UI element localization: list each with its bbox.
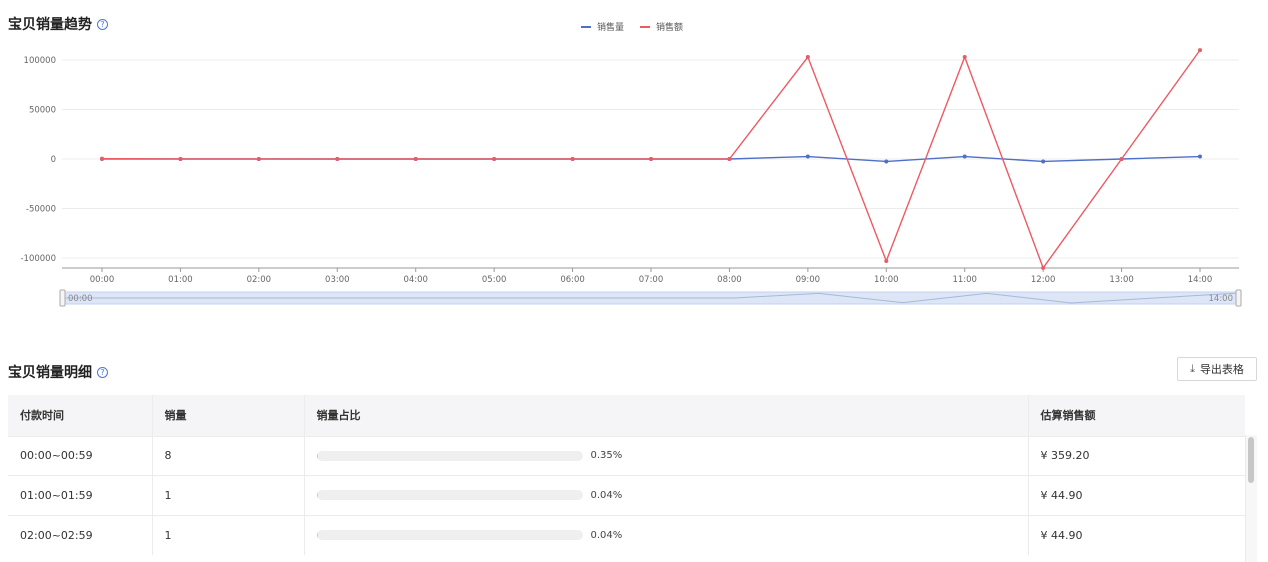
x-tick-label: 01:00 [168,275,193,285]
share-percent: 0.35% [590,450,623,462]
cell-time: 01:00~01:59 [8,475,153,515]
x-tick-label: 12:00 [1031,275,1056,285]
x-tick-label: 02:00 [247,275,272,285]
download-icon: ⤓ [1190,362,1195,375]
share-bar-wrap: 0.04% [316,489,1028,501]
question-circle-icon[interactable]: ? [97,366,108,378]
table-row: 02:00~02:59 1 0.04% ¥ 44.90 [8,514,1245,555]
column-header-time[interactable]: 付款时间 [8,395,153,436]
scrollbar-thumb[interactable] [1248,437,1254,483]
cell-qty: 1 [152,475,305,515]
x-tick-label: 09:00 [796,275,821,285]
data-point [805,154,810,159]
data-point [962,154,967,159]
cell-qty: 8 [152,435,305,476]
data-point [335,157,340,161]
x-tick-label: 11:00 [952,275,977,285]
data-point [1198,154,1202,159]
sales-detail-table: 付款时间 销量 销量占比 估算销售额 00:00~00:59 8 0.35% ¥ 35… [8,395,1257,562]
column-header-share[interactable]: 销量占比 [304,395,1029,436]
share-percent: 0.04% [590,489,623,501]
x-tick-label: 04:00 [403,275,428,285]
cell-time: 02:00~02:59 [8,514,153,555]
zoom-handle-left [59,289,66,307]
zoom-handle-right [1235,289,1242,307]
x-tick-label: 00:00 [90,275,115,285]
share-percent: 0.04% [590,529,623,541]
table-row: 01:00~01:59 1 0.04% ¥ 44.90 [8,475,1245,515]
share-progress-fill [316,450,318,461]
share-progress-fill [316,490,318,501]
cell-amount: ¥ 44.90 [1028,475,1245,515]
y-tick-label: -100000 [20,254,56,264]
data-point [1041,265,1046,270]
zoom-slider[interactable]: 00:00 14:00 [59,289,1242,307]
share-progress-bar [316,450,583,461]
column-header-qty[interactable]: 销量 [152,395,305,436]
data-point [570,157,575,161]
y-tick-label: 50000 [29,106,56,116]
table-scrollbar[interactable] [1245,435,1257,562]
data-point [256,156,261,161]
x-tick-label: 08:00 [717,275,742,285]
export-button-label: 导出表格 [1199,363,1244,376]
y-tick-label: 0 [51,155,56,165]
zoom-end-label: 14:00 [1209,294,1234,304]
y-tick-label: 100000 [24,56,56,66]
data-point [884,258,889,263]
detail-section-title: 宝贝销量明细 ? [8,362,108,382]
data-point [178,156,183,161]
column-header-amount[interactable]: 估算销售额 [1028,395,1245,436]
cell-share: 0.35% [304,435,1029,476]
cell-qty: 1 [152,514,305,555]
sales-trend-chart: 100000 50000 0 -50000 -100000 00:00 01:00 02:00… [20,48,1242,307]
zoom-start-label: 00:00 [68,294,93,304]
cell-time: 00:00~00:59 [8,435,153,476]
data-point [492,157,497,161]
cell-amount: ¥ 44.90 [1028,514,1245,555]
x-tick-label: 13:00 [1109,275,1134,285]
data-point [100,156,104,161]
data-point [962,55,967,60]
data-point [413,157,418,161]
y-tick-label: -50000 [26,205,56,215]
data-point [649,157,653,161]
table-header-row: 付款时间 销量 销量占比 估算销售额 [8,395,1245,436]
cell-share: 0.04% [304,475,1029,515]
x-tick-label: 07:00 [639,275,664,285]
cell-amount: ¥ 359.20 [1028,435,1245,476]
data-point [1041,159,1046,164]
detail-title-text: 宝贝销量明细 [8,365,92,381]
data-point [884,159,889,164]
export-table-button[interactable]: ⤓ 导出表格 [1177,357,1257,381]
data-point [1119,157,1124,161]
x-tick-label: 05:00 [482,275,507,285]
data-point [1198,48,1202,53]
share-progress-fill [316,530,318,540]
share-progress-bar [316,490,583,501]
table-row: 00:00~00:59 8 0.35% ¥ 359.20 [8,435,1245,476]
x-tick-label: 03:00 [325,275,350,285]
share-progress-bar [316,530,583,540]
x-tick-label: 10:00 [874,275,899,285]
data-point [727,157,732,161]
share-bar-wrap: 0.35% [316,450,1028,462]
x-tick-label: 14:00 [1188,275,1213,285]
x-tick-label: 06:00 [560,275,585,285]
data-point [805,55,810,60]
cell-share: 0.04% [304,514,1029,555]
share-bar-wrap: 0.04% [316,529,1028,541]
